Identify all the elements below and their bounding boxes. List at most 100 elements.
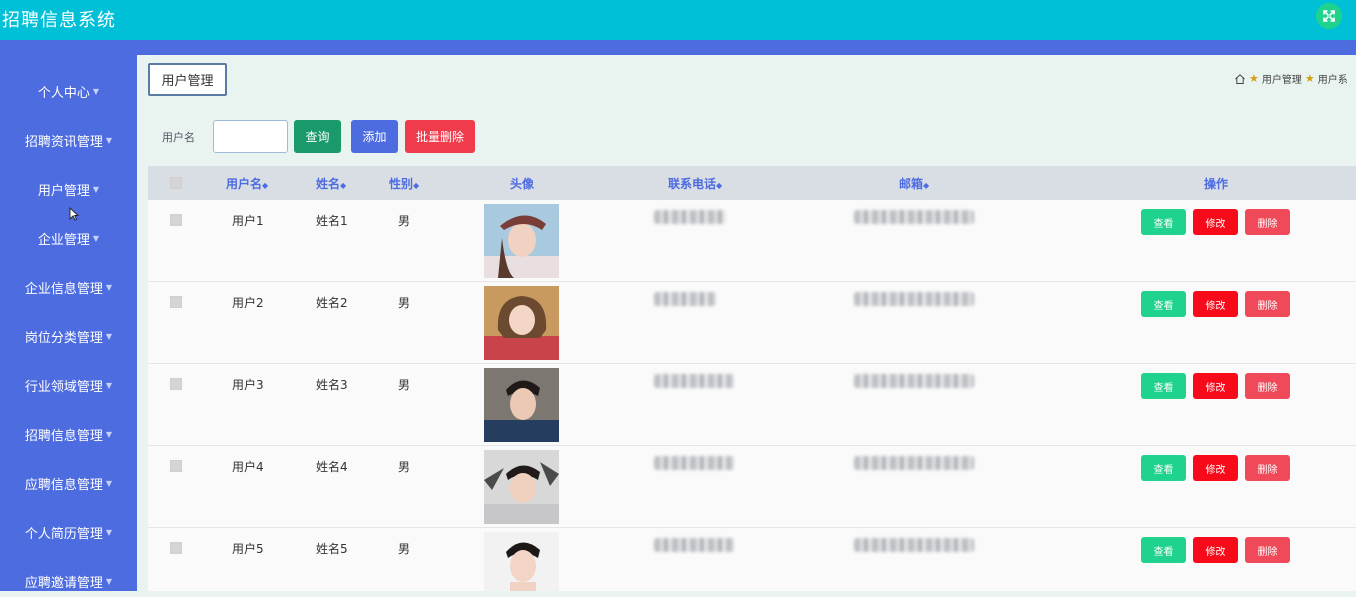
redacted-phone (654, 374, 734, 388)
column-header-gender[interactable]: 性别◆ (389, 175, 419, 192)
table-header: 用户名◆ 姓名◆ 性别◆ 头像 联系电话◆ 邮箱◆ 操作 (148, 166, 1356, 200)
caret-down-icon: ▼ (92, 86, 100, 96)
edit-button[interactable]: 修改 (1193, 291, 1238, 317)
table-row: 用户5 姓名5 男 查看 修改 删除 (148, 528, 1356, 591)
sort-icon: ◆ (923, 181, 930, 190)
redacted-email (854, 210, 974, 224)
sidebar-item-users[interactable]: 用户管理 ▼ (0, 173, 137, 205)
edit-button[interactable]: 修改 (1193, 373, 1238, 399)
sidebar-item-label: 企业信息管理 (24, 281, 103, 297)
avatar (484, 286, 559, 360)
app-title: 招聘信息系统 (2, 10, 116, 31)
tab-user-management[interactable]: 用户管理 (148, 63, 227, 96)
sidebar-item-industries[interactable]: 行业领域管理 ▼ (0, 369, 137, 401)
sidebar-item-invitations[interactable]: 应聘邀请管理 ▼ (0, 565, 137, 597)
column-header-email[interactable]: 邮箱◆ (899, 175, 929, 192)
username-search-input[interactable] (213, 120, 288, 153)
caret-down-icon: ▼ (105, 429, 113, 439)
delete-button[interactable]: 删除 (1245, 291, 1290, 317)
caret-down-icon: ▼ (92, 184, 100, 194)
sort-icon: ◆ (262, 181, 269, 190)
sort-icon: ◆ (340, 181, 347, 190)
column-header-name[interactable]: 姓名◆ (316, 175, 346, 192)
sidebar-item-company-info[interactable]: 企业信息管理 ▼ (0, 271, 137, 303)
select-all-checkbox[interactable] (170, 177, 182, 189)
avatar (484, 532, 559, 591)
breadcrumb-item[interactable]: 用户系 (1318, 71, 1348, 86)
mouse-cursor-icon (69, 207, 79, 221)
cell-gender: 男 (398, 296, 411, 310)
expand-icon (1323, 10, 1335, 22)
cell-gender: 男 (398, 378, 411, 392)
batch-delete-button[interactable]: 批量删除 (405, 120, 475, 153)
column-header-phone[interactable]: 联系电话◆ (668, 175, 722, 192)
add-button[interactable]: 添加 (351, 120, 398, 153)
caret-down-icon: ▼ (105, 478, 113, 488)
redacted-email (854, 456, 974, 470)
top-bar: 招聘信息系统 (0, 0, 1356, 40)
view-button[interactable]: 查看 (1141, 373, 1186, 399)
avatar-photo (484, 450, 559, 524)
sidebar-item-job-categories[interactable]: 岗位分类管理 ▼ (0, 320, 137, 352)
sort-icon: ◆ (413, 181, 420, 190)
caret-down-icon: ▼ (105, 576, 113, 586)
avatar-photo (484, 286, 559, 360)
sort-icon: ◆ (716, 181, 723, 190)
row-checkbox[interactable] (170, 542, 182, 554)
column-header-username[interactable]: 用户名◆ (226, 175, 268, 192)
avatar-photo (484, 204, 559, 278)
sidebar-item-personal-center[interactable]: 个人中心 ▼ (0, 75, 137, 107)
fullscreen-toggle-button[interactable] (1316, 3, 1342, 29)
sidebar-item-label: 个人简历管理 (24, 526, 103, 542)
redacted-phone (654, 210, 726, 224)
row-checkbox[interactable] (170, 460, 182, 472)
cell-gender: 男 (398, 542, 411, 556)
cell-name: 姓名4 (316, 460, 348, 474)
table-row: 用户3 姓名3 男 查看 修改 删除 (148, 364, 1356, 446)
sidebar-item-label: 应聘邀请管理 (24, 575, 103, 591)
delete-button[interactable]: 删除 (1245, 537, 1290, 563)
breadcrumb-item[interactable]: 用户管理 (1262, 71, 1302, 86)
edit-button[interactable]: 修改 (1193, 537, 1238, 563)
view-button[interactable]: 查看 (1141, 455, 1186, 481)
view-button[interactable]: 查看 (1141, 537, 1186, 563)
caret-down-icon: ▼ (105, 380, 113, 390)
sidebar-item-applications[interactable]: 应聘信息管理 ▼ (0, 467, 137, 499)
edit-button[interactable]: 修改 (1193, 209, 1238, 235)
sidebar-item-resumes[interactable]: 个人简历管理 ▼ (0, 516, 137, 548)
row-checkbox[interactable] (170, 296, 182, 308)
edit-button[interactable]: 修改 (1193, 455, 1238, 481)
sidebar-item-companies[interactable]: 企业管理 ▼ (0, 222, 137, 254)
cell-gender: 男 (398, 460, 411, 474)
caret-down-icon: ▼ (92, 233, 100, 243)
avatar-photo (484, 368, 559, 442)
row-checkbox[interactable] (170, 214, 182, 226)
delete-button[interactable]: 删除 (1245, 209, 1290, 235)
caret-down-icon: ▼ (105, 135, 113, 145)
star-icon: ★ (1304, 72, 1315, 85)
cell-name: 姓名2 (316, 296, 348, 310)
cell-username: 用户5 (232, 542, 264, 556)
table-row: 用户2 姓名2 男 查看 修改 删除 (148, 282, 1356, 364)
delete-button[interactable]: 删除 (1245, 455, 1290, 481)
sidebar: 个人中心 ▼ 招聘资讯管理 ▼ 用户管理 ▼ 企业管理 ▼ 企业信息管理 ▼ 岗位分类管理… (0, 55, 137, 591)
column-header-actions: 操作 (1204, 177, 1229, 191)
row-checkbox[interactable] (170, 378, 182, 390)
view-button[interactable]: 查看 (1141, 209, 1186, 235)
cell-name: 姓名5 (316, 542, 348, 556)
search-label-username: 用户名 (162, 131, 195, 144)
sidebar-item-recruit-news[interactable]: 招聘资讯管理 ▼ (0, 124, 137, 156)
table-row: 用户1 姓名1 男 查看 修改 删除 (148, 200, 1356, 282)
redacted-phone (654, 292, 716, 306)
home-icon[interactable] (1234, 73, 1246, 85)
column-header-avatar: 头像 (510, 177, 535, 191)
cell-name: 姓名1 (316, 214, 348, 228)
delete-button[interactable]: 删除 (1245, 373, 1290, 399)
sidebar-item-label: 招聘信息管理 (24, 428, 103, 444)
query-button[interactable]: 查询 (294, 120, 341, 153)
cell-name: 姓名3 (316, 378, 348, 392)
sidebar-item-label: 岗位分类管理 (24, 330, 103, 346)
sidebar-item-label: 个人中心 (37, 85, 90, 101)
sidebar-item-recruit-info[interactable]: 招聘信息管理 ▼ (0, 418, 137, 450)
view-button[interactable]: 查看 (1141, 291, 1186, 317)
